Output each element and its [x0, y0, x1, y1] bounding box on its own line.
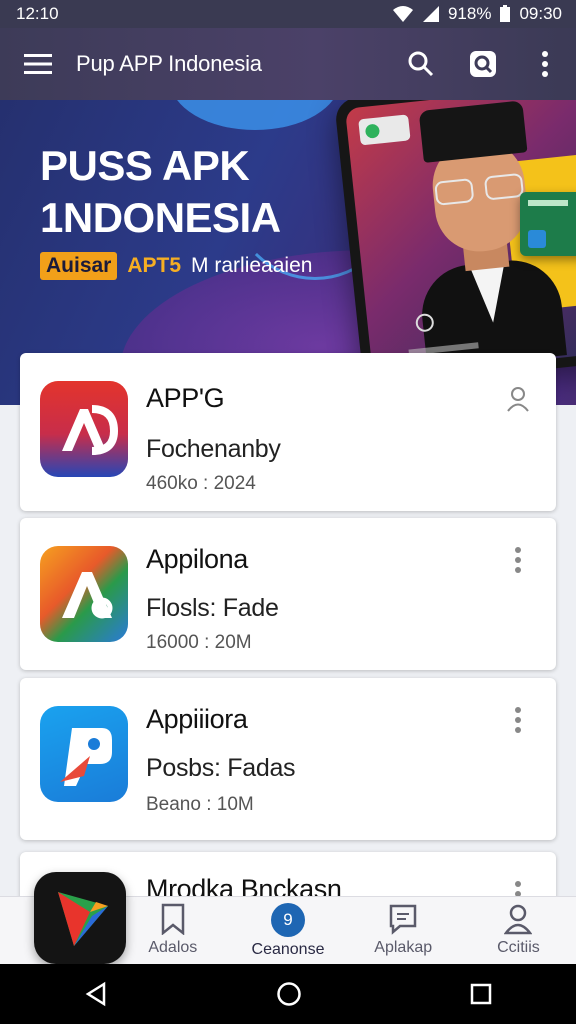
badge-icon: 9: [271, 903, 305, 937]
nav-tab-ccitiis[interactable]: Ccitiis: [461, 897, 576, 964]
app-card[interactable]: APP'G Fochenanby 460ko : 2024: [20, 353, 556, 511]
system-navigation-bar: [0, 964, 576, 1024]
status-bar: 12:10 918% 09:30: [0, 0, 576, 28]
app-icon-multicolor: [40, 546, 128, 642]
home-icon[interactable]: [276, 981, 302, 1007]
hamburger-icon: [24, 54, 52, 74]
profile-button[interactable]: [506, 379, 530, 419]
nav-badge-count: 9: [283, 910, 293, 929]
banner-tagline-text: M rarlieaaien: [191, 254, 313, 277]
app-meta: Beano : 10M: [146, 794, 254, 815]
scan-search-icon: [470, 51, 496, 77]
banner-headline: PUSS APK 1NDONESIA: [40, 140, 281, 244]
signal-icon: [422, 6, 439, 22]
more-vert-icon: [515, 547, 521, 573]
nav-label: Aplakap: [374, 939, 433, 956]
app-name: Appiiiora: [146, 704, 248, 734]
more-options-button[interactable]: [506, 700, 530, 740]
message-icon: [389, 904, 417, 935]
play-triangle-icon: [58, 892, 108, 946]
banner-headline-line1: PUSS APK: [40, 142, 250, 189]
nav-label: Ceanonse: [251, 941, 325, 958]
status-icons: 918% 09:30: [392, 4, 562, 24]
more-options-button[interactable]: [506, 540, 530, 580]
floating-card-image: [520, 192, 576, 256]
person-icon: [507, 387, 529, 412]
banner-pill: Auisar: [40, 252, 118, 280]
app-icon-red: [40, 381, 128, 477]
app-meta: 16000 : 20M: [146, 632, 252, 653]
nav-label: Adalos: [148, 939, 198, 956]
battery-icon: [500, 5, 511, 22]
battery-percent: 918%: [447, 4, 492, 23]
profile-icon: [504, 904, 533, 935]
scan-button[interactable]: [452, 28, 514, 100]
featured-app-icon[interactable]: [34, 872, 126, 964]
app-name: APP'G: [146, 383, 225, 413]
overflow-menu-button[interactable]: [514, 28, 576, 100]
recents-icon[interactable]: [470, 983, 492, 1005]
app-name: Appilona: [146, 544, 248, 574]
back-icon[interactable]: [84, 981, 108, 1007]
app-icon-blue: [40, 706, 128, 802]
banner-apt: APT5: [127, 254, 182, 277]
more-vert-icon: [542, 51, 548, 77]
nav-tab-ceanonse[interactable]: 9 Ceanonse: [230, 897, 345, 964]
app-card[interactable]: Appilona Flosls: Fade 16000 : 20M: [20, 518, 556, 670]
app-title: Pup APP Indonesia: [76, 51, 262, 76]
wifi-icon: [392, 6, 413, 22]
app-subtitle: Fochenanby: [146, 435, 281, 463]
banner-tagline: Auisar APT5 M rarlieaaien: [40, 252, 312, 280]
status-clock: 09:30: [519, 4, 562, 23]
status-time: 12:10: [16, 4, 59, 23]
nav-tab-aplakap[interactable]: Aplakap: [346, 897, 461, 964]
menu-button[interactable]: [0, 28, 76, 100]
search-button[interactable]: [390, 28, 452, 100]
nav-tab-adalos[interactable]: Adalos: [115, 897, 230, 964]
app-card[interactable]: Appiiiora Posbs: Fadas Beano : 10M: [20, 678, 556, 840]
bookmark-icon: [161, 903, 185, 935]
more-vert-icon: [515, 707, 521, 733]
app-bar: Pup APP Indonesia: [0, 28, 576, 100]
app-subtitle: Flosls: Fade: [146, 594, 279, 622]
search-icon: [408, 51, 434, 77]
app-meta: 460ko : 2024: [146, 473, 256, 494]
app-subtitle: Posbs: Fadas: [146, 754, 296, 782]
banner-headline-line2: 1NDONESIA: [40, 194, 281, 241]
nav-label: Ccitiis: [497, 939, 540, 956]
